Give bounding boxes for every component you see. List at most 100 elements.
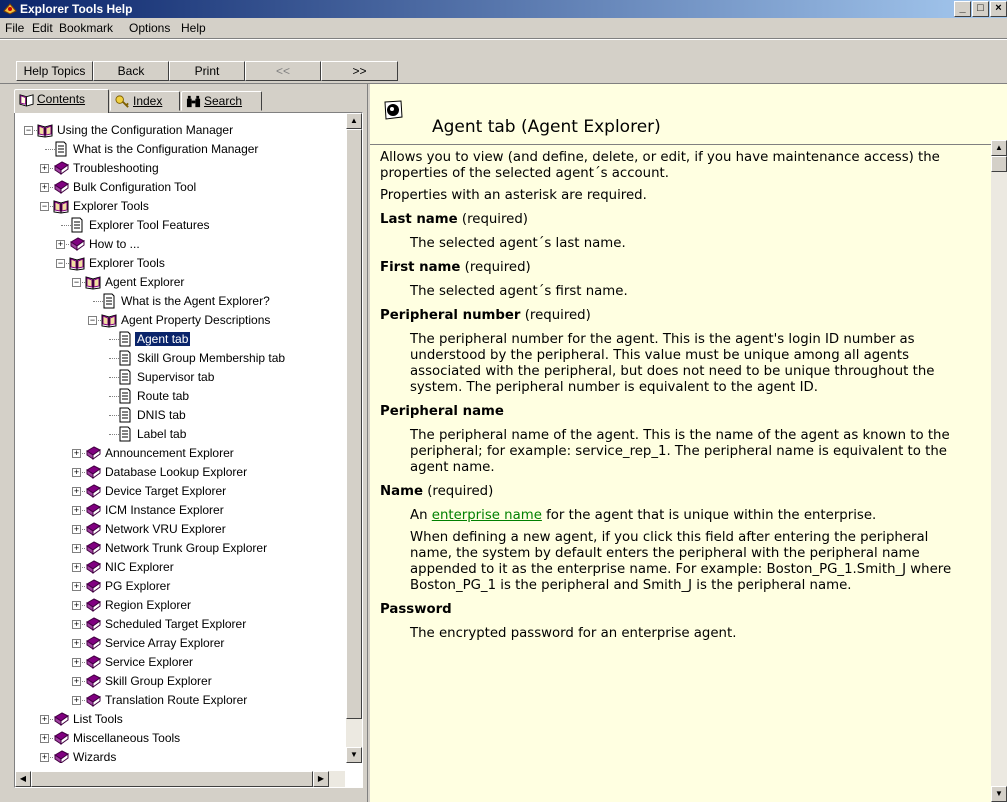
- tree-item[interactable]: − Explorer Tools: [15, 197, 335, 216]
- tree-item-label: Translation Route Explorer: [105, 693, 248, 707]
- tree-item[interactable]: − Agent Property Descriptions: [15, 311, 335, 330]
- collapse-minus-icon[interactable]: −: [72, 278, 81, 287]
- closed-book-icon: [85, 597, 101, 613]
- tree-item[interactable]: + Network VRU Explorer: [15, 520, 335, 539]
- tree-item[interactable]: Supervisor tab: [15, 368, 335, 387]
- tree-item[interactable]: Explorer Tool Features: [15, 216, 335, 235]
- expand-plus-icon[interactable]: +: [72, 658, 81, 667]
- tree-item[interactable]: + Skill Group Explorer: [15, 672, 335, 691]
- scroll-left-arrow-icon[interactable]: ◀: [15, 771, 31, 787]
- tree-item[interactable]: Skill Group Membership tab: [15, 349, 335, 368]
- contents-tree: − Using the Configuration Manager What is …: [15, 113, 335, 763]
- topic-vertical-scrollbar[interactable]: ▲ ▼: [991, 140, 1007, 802]
- tree-hscroll-thumb[interactable]: [31, 771, 313, 787]
- back-button[interactable]: Back: [93, 61, 169, 81]
- expand-plus-icon[interactable]: +: [72, 525, 81, 534]
- collapse-minus-icon[interactable]: −: [88, 316, 97, 325]
- tree-item[interactable]: + Troubleshooting: [15, 159, 335, 178]
- tree-item[interactable]: − Agent Explorer: [15, 273, 335, 292]
- tree-item[interactable]: + NIC Explorer: [15, 558, 335, 577]
- tree-item[interactable]: + Service Explorer: [15, 653, 335, 672]
- tree-item-label: Agent Explorer: [105, 275, 185, 289]
- menu-help[interactable]: Help: [181, 21, 206, 35]
- tree-item[interactable]: + Database Lookup Explorer: [15, 463, 335, 482]
- tree-scroll-thumb[interactable]: [346, 129, 362, 719]
- tree-item[interactable]: + ICM Instance Explorer: [15, 501, 335, 520]
- tab-index[interactable]: Index: [110, 91, 180, 111]
- tree-item[interactable]: + How to ...: [15, 235, 335, 254]
- tree-item[interactable]: Label tab: [15, 425, 335, 444]
- expand-plus-icon[interactable]: +: [72, 506, 81, 515]
- scroll-right-arrow-icon[interactable]: ▶: [313, 771, 329, 787]
- open-book-icon: [19, 94, 34, 107]
- expand-plus-icon[interactable]: +: [40, 183, 49, 192]
- collapse-minus-icon[interactable]: −: [24, 126, 33, 135]
- tree-item[interactable]: + Announcement Explorer: [15, 444, 335, 463]
- next-topic-button[interactable]: >>: [321, 61, 398, 81]
- tree-item[interactable]: + Wizards: [15, 748, 335, 763]
- asterisk-note: Properties with an asterisk are required…: [380, 188, 647, 203]
- expand-plus-icon[interactable]: +: [72, 639, 81, 648]
- menu-edit[interactable]: Edit: [32, 21, 53, 35]
- tab-contents[interactable]: Contents: [14, 89, 109, 113]
- tree-item[interactable]: + Device Target Explorer: [15, 482, 335, 501]
- tree-item[interactable]: What is the Agent Explorer?: [15, 292, 335, 311]
- expand-plus-icon[interactable]: +: [40, 164, 49, 173]
- collapse-minus-icon[interactable]: −: [40, 202, 49, 211]
- minimize-button[interactable]: _: [954, 1, 971, 17]
- expand-plus-icon[interactable]: +: [72, 468, 81, 477]
- scroll-up-arrow-icon[interactable]: ▲: [346, 113, 362, 129]
- scroll-down-arrow-icon[interactable]: ▼: [346, 747, 362, 763]
- page-icon: [101, 293, 117, 309]
- expand-plus-icon[interactable]: +: [40, 753, 49, 762]
- tree-horizontal-scrollbar[interactable]: ◀ ▶: [15, 771, 345, 787]
- tree-item[interactable]: + Service Array Explorer: [15, 634, 335, 653]
- close-button[interactable]: ×: [990, 1, 1007, 17]
- collapse-minus-icon[interactable]: −: [56, 259, 65, 268]
- menu-options[interactable]: Options: [129, 21, 170, 35]
- tab-search[interactable]: Search: [181, 91, 262, 111]
- expand-plus-icon[interactable]: +: [72, 563, 81, 572]
- tree-item[interactable]: What is the Configuration Manager: [15, 140, 335, 159]
- tree-item[interactable]: + Region Explorer: [15, 596, 335, 615]
- menu-bookmark[interactable]: Bookmark: [59, 21, 113, 35]
- closed-book-icon: [85, 635, 101, 651]
- enterprise-name-link[interactable]: enterprise name: [432, 508, 542, 523]
- tree-item[interactable]: + Miscellaneous Tools: [15, 729, 335, 748]
- expand-plus-icon[interactable]: +: [72, 677, 81, 686]
- expand-plus-icon[interactable]: +: [72, 487, 81, 496]
- tree-item[interactable]: DNIS tab: [15, 406, 335, 425]
- expand-plus-icon[interactable]: +: [72, 601, 81, 610]
- tree-item[interactable]: − Explorer Tools: [15, 254, 335, 273]
- window-controls: _ □ ×: [953, 1, 1007, 17]
- tree-item[interactable]: + Scheduled Target Explorer: [15, 615, 335, 634]
- help-topics-button[interactable]: Help Topics: [16, 61, 93, 81]
- tree-item[interactable]: Route tab: [15, 387, 335, 406]
- expand-plus-icon[interactable]: +: [72, 449, 81, 458]
- expand-plus-icon[interactable]: +: [72, 620, 81, 629]
- expand-plus-icon[interactable]: +: [56, 240, 65, 249]
- topic-scroll-down-arrow-icon[interactable]: ▼: [991, 786, 1007, 802]
- tree-item-label: PG Explorer: [105, 579, 171, 593]
- topic-scroll-up-arrow-icon[interactable]: ▲: [991, 140, 1007, 156]
- expand-plus-icon[interactable]: +: [72, 544, 81, 553]
- previous-topic-button[interactable]: <<: [245, 61, 321, 81]
- closed-book-icon: [85, 521, 101, 537]
- tree-item[interactable]: + Bulk Configuration Tool: [15, 178, 335, 197]
- expand-plus-icon[interactable]: +: [40, 734, 49, 743]
- tree-vertical-scrollbar[interactable]: ▲ ▼: [346, 113, 362, 763]
- tree-item[interactable]: + Network Trunk Group Explorer: [15, 539, 335, 558]
- tree-item-label: Explorer Tools: [89, 256, 165, 270]
- tree-item[interactable]: + List Tools: [15, 710, 335, 729]
- print-button[interactable]: Print: [169, 61, 245, 81]
- tree-item[interactable]: + Translation Route Explorer: [15, 691, 335, 710]
- expand-plus-icon[interactable]: +: [40, 715, 49, 724]
- tree-item[interactable]: − Using the Configuration Manager: [15, 121, 335, 140]
- menu-file[interactable]: File: [5, 21, 24, 35]
- topic-scroll-thumb[interactable]: [991, 156, 1007, 172]
- expand-plus-icon[interactable]: +: [72, 696, 81, 705]
- maximize-button[interactable]: □: [972, 1, 989, 17]
- tree-item[interactable]: Agent tab: [15, 330, 335, 349]
- tree-item[interactable]: + PG Explorer: [15, 577, 335, 596]
- expand-plus-icon[interactable]: +: [72, 582, 81, 591]
